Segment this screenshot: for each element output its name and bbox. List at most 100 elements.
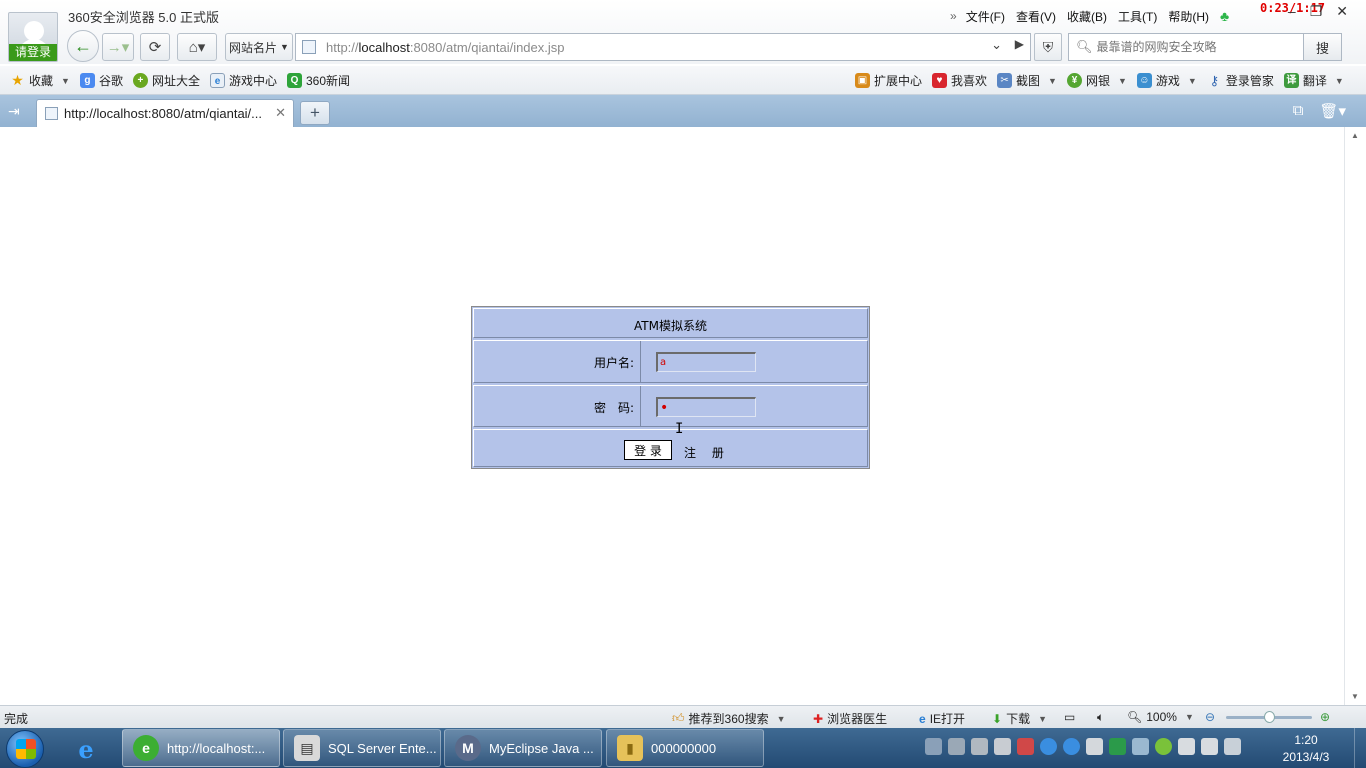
register-link[interactable]: 注 册 (684, 444, 730, 461)
menu-view[interactable]: 查看(V) (1016, 8, 1056, 25)
arrow-right-icon: →▾ (106, 39, 130, 56)
screenshot-tool[interactable]: ✂ 截图 ▼ (997, 72, 1057, 89)
tray-app-icon[interactable] (1086, 738, 1103, 755)
cube-icon: ▣ (855, 73, 870, 88)
bookmark-360-news[interactable]: Q 360新闻 (286, 72, 350, 89)
search-box[interactable]: 🔍︎ (1068, 33, 1304, 61)
task-sql-server[interactable]: ▤ SQL Server Ente... (283, 729, 441, 767)
recommend-label: 推荐到360搜索 (688, 712, 769, 726)
zoom-icon: 🔍︎ (1127, 710, 1143, 724)
menu-favorites[interactable]: 收藏(B) (1067, 8, 1107, 25)
tray-app-icon[interactable] (1178, 738, 1195, 755)
menu-help[interactable]: 帮助(H) (1168, 8, 1209, 25)
ie-pinned-icon[interactable]: e (64, 732, 108, 766)
tray-app-icon[interactable] (1063, 738, 1080, 755)
tray-app-icon[interactable] (1040, 738, 1057, 755)
window-mode-icon[interactable]: ▭ (1064, 710, 1075, 724)
chevron-down-icon: ▼ (61, 75, 70, 86)
show-desktop-button[interactable] (1354, 728, 1366, 768)
menu-file[interactable]: 文件(F) (966, 8, 1005, 25)
menu-tools[interactable]: 工具(T) (1118, 8, 1157, 25)
password-field[interactable] (656, 397, 756, 417)
scroll-down-icon[interactable]: ▼ (1351, 692, 1359, 701)
login-button[interactable]: 登 录 (624, 440, 672, 460)
start-button[interactable] (6, 730, 44, 768)
url-input[interactable]: http://localhost:8080/atm/qiantai/index.… (326, 40, 966, 55)
tab-active[interactable]: http://localhost:8080/atm/qiantai/... ✕ (36, 99, 294, 127)
bookmark-label: 收藏 (29, 74, 54, 88)
tray-app-icon[interactable] (1109, 738, 1126, 755)
zoom-out-icon[interactable]: ⊖ (1205, 710, 1215, 724)
vertical-scrollbar[interactable]: ▲ ▼ (1344, 127, 1366, 705)
download-label: 下载 (1006, 712, 1031, 726)
username-field[interactable] (656, 352, 756, 372)
system-tray (925, 738, 1241, 755)
restore-icon[interactable]: ❐ (1310, 3, 1323, 20)
system-clock[interactable]: 1:20 2013/4/3 (1276, 732, 1336, 766)
new-tab-button[interactable]: + (300, 101, 330, 125)
volume-icon[interactable] (1224, 738, 1241, 755)
skin-shirt-icon[interactable]: ♣ (1220, 8, 1229, 24)
sidebar-toggle-icon[interactable]: ⇥ (8, 103, 20, 120)
url-rest: :8080/atm/qiantai/index.jsp (409, 39, 565, 55)
back-button[interactable]: ← (67, 30, 99, 62)
recommend-360-search[interactable]: 👍︎ 推荐到360搜索 ▼ (672, 710, 786, 727)
extension-center[interactable]: ▣ 扩展中心 (855, 72, 922, 89)
security-shield-button[interactable]: ⛨ (1034, 33, 1062, 61)
page-icon (302, 40, 316, 54)
network-icon[interactable] (1132, 738, 1149, 755)
clock-time: 1:20 (1294, 733, 1318, 747)
games-menu[interactable]: ☺ 游戏 ▼ (1136, 72, 1197, 89)
task-folder[interactable]: ▮ 000000000 (606, 729, 764, 767)
tray-app-icon[interactable] (971, 738, 988, 755)
zoom-slider-handle[interactable] (1264, 711, 1275, 723)
search-button[interactable]: 搜 (1304, 33, 1342, 61)
tray-app-icon[interactable] (994, 738, 1011, 755)
restore-tabs-icon[interactable]: ⧉ (1293, 102, 1304, 120)
login-manager[interactable]: ⚷ 登录管家 (1207, 72, 1274, 89)
address-dropdown-icon[interactable]: ⌄ (991, 37, 1002, 53)
task-browser[interactable]: e http://localhost:... (122, 729, 280, 767)
download-manager[interactable]: ⬇ 下载 ▼ (992, 710, 1047, 727)
my-likes[interactable]: ♥ 我喜欢 (932, 72, 987, 89)
chevron-right-icon[interactable]: » (950, 9, 957, 23)
refresh-button[interactable]: ⟳ (140, 33, 170, 61)
zoom-menu[interactable]: 🔍︎ 100% ▼ (1127, 710, 1194, 724)
bookmark-game-center[interactable]: e 游戏中心 (209, 72, 277, 89)
translate-tool[interactable]: 译翻译 ▼ (1283, 72, 1344, 89)
online-banking[interactable]: ¥ 网银 ▼ (1066, 72, 1127, 89)
folder-icon: ▮ (617, 735, 643, 761)
address-bar[interactable]: http://localhost:8080/atm/qiantai/index.… (295, 33, 1031, 61)
app-title: 360安全浏览器 5.0 正式版 (68, 10, 219, 25)
login-badge[interactable]: 请登录 (9, 44, 57, 61)
home-button[interactable]: ⌂▾ (177, 33, 217, 61)
bank-icon: ¥ (1066, 73, 1082, 88)
clock-date: 2013/4/3 (1282, 750, 1330, 764)
trash-icon[interactable]: 🗑︎▾ (1319, 102, 1346, 120)
go-arrow-icon[interactable]: ▶ (1015, 37, 1024, 51)
tray-app-icon[interactable] (1201, 738, 1218, 755)
scroll-up-icon[interactable]: ▲ (1351, 131, 1359, 140)
search-input[interactable] (1096, 40, 1297, 54)
user-avatar[interactable]: 请登录 (8, 12, 58, 62)
status-bar: 完成 👍︎ 推荐到360搜索 ▼ ✚ 浏览器医生 e IE打开 ⬇ 下载 ▼ ▭ 🔈︎ 🔍︎… (0, 705, 1366, 728)
tab-close-icon[interactable]: ✕ (275, 105, 286, 121)
task-myeclipse[interactable]: M MyEclipse Java ... (444, 729, 602, 767)
tray-app-icon[interactable] (1017, 738, 1034, 755)
minimize-icon[interactable]: – (1288, 3, 1296, 20)
forward-button[interactable]: →▾ (102, 33, 134, 61)
close-icon[interactable]: ✕ (1336, 3, 1348, 20)
bookmark-favorites[interactable]: ★ 收藏 ▼ (10, 72, 70, 89)
browser-doctor[interactable]: ✚ 浏览器医生 (813, 710, 887, 727)
url-host: localhost (358, 39, 410, 55)
bookmark-site-directory[interactable]: + 网址大全 (132, 72, 200, 89)
open-in-ie[interactable]: e IE打开 (919, 710, 965, 727)
speaker-icon[interactable]: 🔈︎ (1097, 710, 1104, 725)
bookmarks-right: ▣ 扩展中心 ♥ 我喜欢 ✂ 截图 ▼ ¥ 网银 ▼ ☺ 游戏 ▼ ⚷ 登录管家 译翻译 ▼ (855, 72, 1354, 89)
360-guard-icon[interactable] (1155, 738, 1172, 755)
zoom-in-icon[interactable]: ⊕ (1320, 710, 1330, 724)
tray-app-icon[interactable] (948, 738, 965, 755)
keyboard-icon[interactable] (925, 738, 942, 755)
site-card-button[interactable]: 网站名片 ▼ (225, 33, 293, 61)
bookmark-google[interactable]: g 谷歌 (79, 72, 123, 89)
